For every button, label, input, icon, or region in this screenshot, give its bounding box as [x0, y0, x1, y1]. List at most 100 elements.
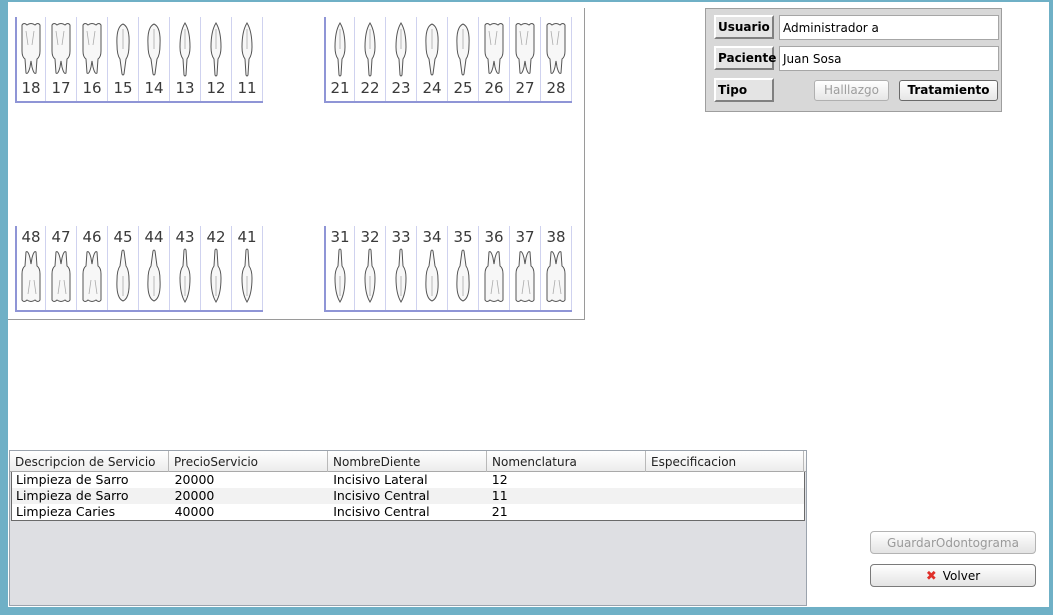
odontogram-panel: 18 17 16 15 14 13 12 11 21 22 23 24 25 26 27 28 48 47 46…	[8, 8, 585, 320]
tooth-icon	[210, 248, 222, 303]
paciente-label: Paciente	[714, 46, 776, 70]
tooth-48[interactable]: 48	[15, 226, 46, 310]
table-row[interactable]: Limpieza Caries 40000 Incisivo Central 2…	[12, 504, 804, 520]
table-cell	[646, 488, 804, 504]
tooth-number: 21	[330, 79, 350, 97]
column-header[interactable]: Especificacion	[646, 451, 804, 472]
tooth-22[interactable]: 22	[355, 17, 386, 101]
tooth-number: 34	[422, 228, 442, 246]
table-cell: 40000	[174, 504, 215, 519]
tooth-34[interactable]: 34	[417, 226, 448, 310]
tooth-28[interactable]: 28	[541, 17, 572, 101]
tooth-number: 28	[546, 79, 566, 97]
tooth-38[interactable]: 38	[541, 226, 572, 310]
tooth-number: 44	[144, 228, 164, 246]
tooth-number: 22	[360, 79, 380, 97]
tooth-icon	[425, 23, 439, 76]
table-row[interactable]: Limpieza de Sarro 20000 Incisivo Lateral…	[12, 472, 804, 488]
tooth-icon	[82, 23, 102, 74]
close-icon: ✖	[925, 569, 937, 584]
tooth-16[interactable]: 16	[77, 17, 108, 101]
table-cell	[646, 472, 804, 488]
tooth-35[interactable]: 35	[448, 226, 479, 310]
table-row[interactable]: Limpieza de Sarro 20000 Incisivo Central…	[12, 488, 804, 504]
tooth-number: 15	[113, 79, 133, 97]
tooth-number: 43	[175, 228, 195, 246]
tooth-15[interactable]: 15	[108, 17, 139, 101]
table-cell: 20000	[174, 472, 215, 487]
tratamiento-button[interactable]: Tratamiento	[899, 80, 998, 101]
tooth-26[interactable]: 26	[479, 17, 510, 101]
tooth-icon	[116, 23, 130, 76]
tooth-31[interactable]: 31	[324, 226, 355, 310]
paciente-field[interactable]: Juan Sosa	[779, 46, 999, 71]
tooth-13[interactable]: 13	[170, 17, 201, 101]
tooth-icon	[364, 248, 376, 303]
tipo-label: Tipo	[714, 78, 774, 102]
tooth-25[interactable]: 25	[448, 17, 479, 101]
tooth-icon	[82, 251, 102, 302]
tooth-37[interactable]: 37	[510, 226, 541, 310]
tooth-17[interactable]: 17	[46, 17, 77, 101]
tooth-number: 38	[546, 228, 566, 246]
hallazgo-button[interactable]: Halllazgo	[814, 80, 889, 101]
usuario-field[interactable]: Administrador a	[779, 15, 999, 40]
tooth-icon	[515, 23, 535, 74]
volver-button[interactable]: ✖ Volver	[870, 564, 1036, 587]
tooth-number: 14	[144, 79, 164, 97]
tooth-number: 27	[515, 79, 535, 97]
guardar-odontograma-button[interactable]: GuardarOdontograma	[870, 531, 1036, 554]
column-header[interactable]: PrecioServicio	[169, 451, 328, 472]
tooth-44[interactable]: 44	[139, 226, 170, 310]
tooth-icon	[147, 249, 161, 302]
usuario-label: Usuario	[714, 15, 774, 39]
column-header[interactable]: NombreDiente	[328, 451, 487, 472]
tooth-45[interactable]: 45	[108, 226, 139, 310]
tooth-32[interactable]: 32	[355, 226, 386, 310]
tooth-14[interactable]: 14	[139, 17, 170, 101]
tooth-icon	[21, 23, 41, 74]
table-cell: Limpieza de Sarro	[16, 488, 129, 503]
table-body: Limpieza de Sarro 20000 Incisivo Lateral…	[11, 472, 805, 521]
tooth-icon	[21, 251, 41, 302]
upper-left-arch: 21 22 23 24 25 26 27 28	[324, 17, 572, 103]
tooth-36[interactable]: 36	[479, 226, 510, 310]
tooth-24[interactable]: 24	[417, 17, 448, 101]
tooth-number: 31	[330, 228, 350, 246]
tooth-number: 11	[237, 79, 257, 97]
tooth-number: 41	[237, 228, 257, 246]
tooth-12[interactable]: 12	[201, 17, 232, 101]
tooth-icon	[334, 22, 346, 77]
tooth-46[interactable]: 46	[77, 226, 108, 310]
table-cell: Incisivo Central	[333, 504, 430, 519]
tooth-icon	[147, 23, 161, 76]
tooth-number: 23	[391, 79, 411, 97]
tooth-11[interactable]: 11	[232, 17, 263, 101]
tooth-icon	[241, 248, 253, 303]
tooth-icon	[395, 22, 407, 77]
tooth-icon	[425, 249, 439, 302]
patient-info-panel: Usuario Administrador a Paciente Juan So…	[705, 8, 1002, 112]
tooth-42[interactable]: 42	[201, 226, 232, 310]
tooth-icon	[179, 22, 191, 77]
tooth-43[interactable]: 43	[170, 226, 201, 310]
tooth-27[interactable]: 27	[510, 17, 541, 101]
tooth-33[interactable]: 33	[386, 226, 417, 310]
lower-right-arch: 48 47 46 45 44 43 42 41	[15, 226, 263, 312]
upper-right-arch: 18 17 16 15 14 13 12 11	[15, 17, 263, 103]
tooth-41[interactable]: 41	[232, 226, 263, 310]
column-header[interactable]: Nomenclatura	[487, 451, 646, 472]
services-table: Descripcion de Servicio PrecioServicio N…	[9, 450, 807, 606]
tooth-number: 17	[51, 79, 71, 97]
tooth-18[interactable]: 18	[15, 17, 46, 101]
tooth-21[interactable]: 21	[324, 17, 355, 101]
column-header[interactable]: Descripcion de Servicio	[10, 451, 169, 472]
tooth-icon	[484, 23, 504, 74]
tooth-number: 35	[453, 228, 473, 246]
tooth-icon	[116, 249, 130, 302]
tooth-47[interactable]: 47	[46, 226, 77, 310]
table-cell: 21	[491, 504, 508, 519]
tooth-icon	[515, 251, 535, 302]
volver-label: Volver	[942, 569, 981, 583]
tooth-23[interactable]: 23	[386, 17, 417, 101]
